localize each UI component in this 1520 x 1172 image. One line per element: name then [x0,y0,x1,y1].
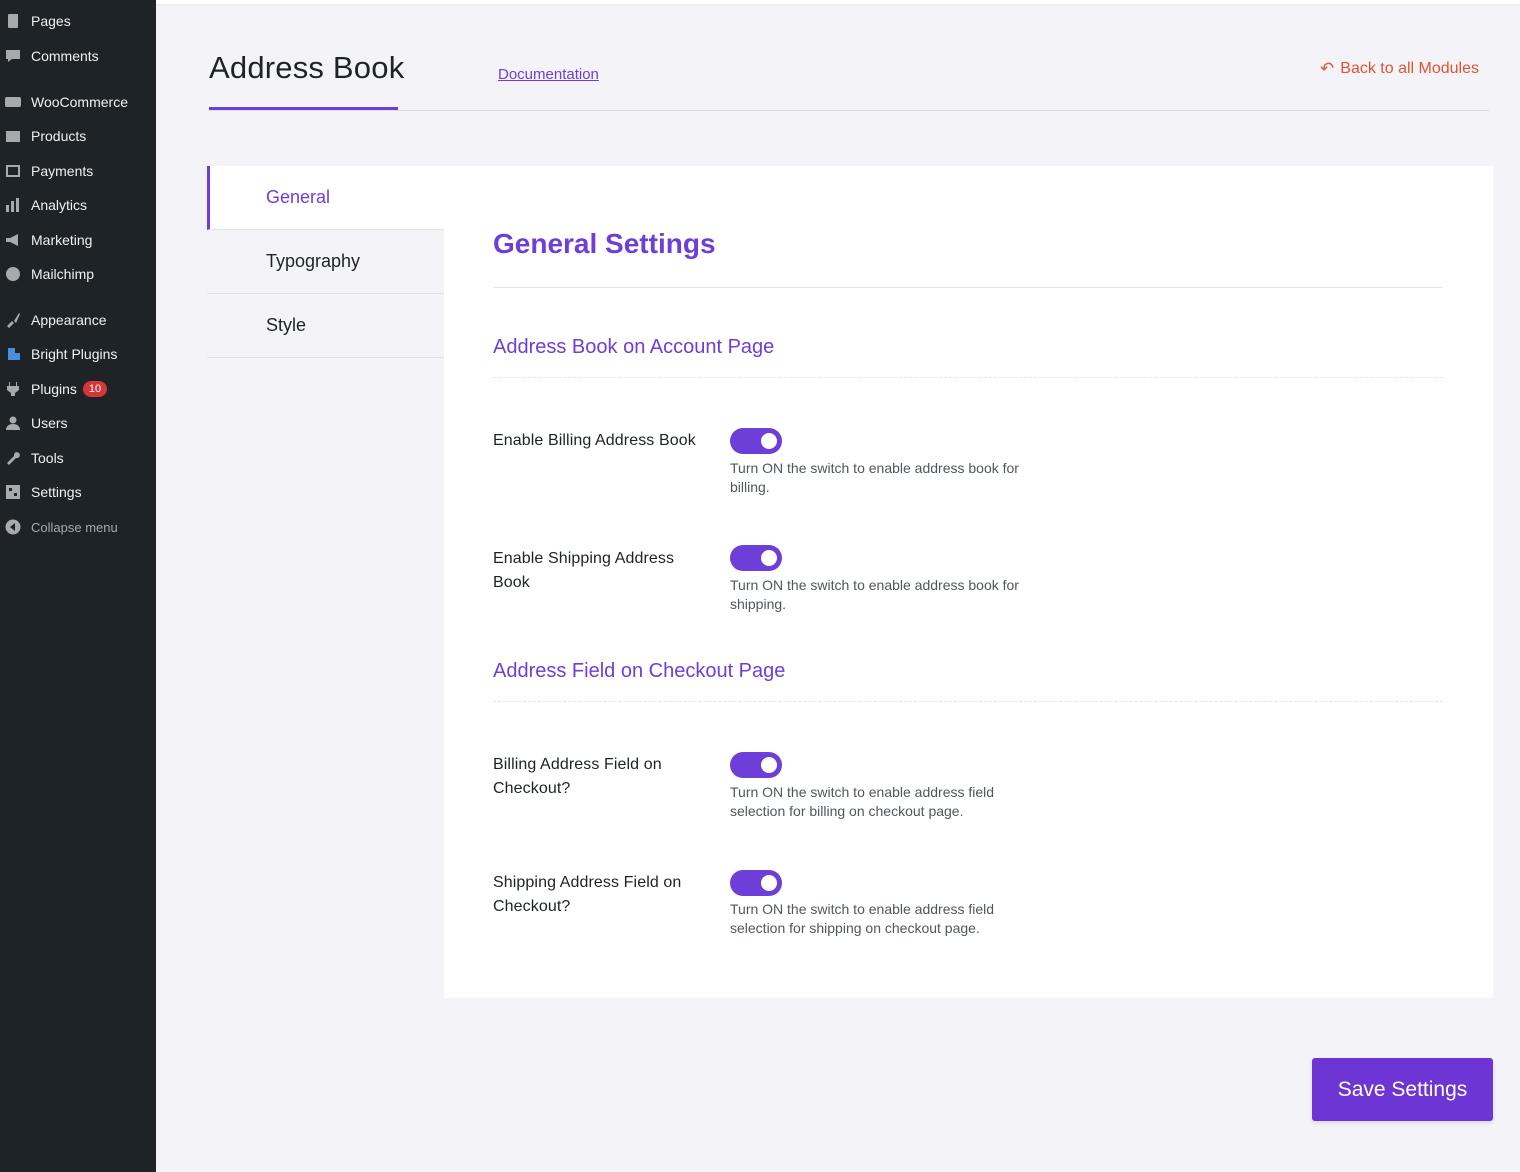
sidebar-item-label: Plugins [31,381,77,397]
section-title-account-page: Address Book on Account Page [493,336,775,358]
settings-title-divider [493,287,1443,288]
field-description: Turn ON the switch to enable address boo… [730,460,1019,495]
comments-icon [5,48,21,64]
toggle-knob [761,433,777,449]
sidebar-item-label: Pages [31,13,71,29]
sidebar-item-label: Collapse menu [31,519,118,535]
bright-plugins-icon [5,346,21,362]
sidebar-item-users[interactable]: Users [0,408,156,438]
field-description: Turn ON the switch to enable address boo… [730,577,1019,612]
sidebar-item-label: Marketing [31,232,93,248]
toggle-knob [761,550,777,566]
back-to-modules-link[interactable]: ↶ Back to all Modules [1320,59,1479,79]
sidebar-item-marketing[interactable]: Marketing [0,225,156,255]
appearance-icon [5,312,21,328]
sidebar-item-label: Mailchimp [31,266,95,282]
tab-style[interactable]: Style [207,294,444,358]
sidebar-item-label: Analytics [31,197,88,213]
sidebar-item-label: Appearance [31,312,107,328]
settings-tabs: General Typography Style [207,166,444,358]
tab-general[interactable]: General [207,166,444,230]
sidebar-item-label: WooCommerce [31,94,128,110]
billing-address-book-toggle[interactable] [730,428,782,454]
sidebar-item-label: Products [31,128,87,144]
woocommerce-icon [5,94,21,110]
back-arrow-icon: ↶ [1320,59,1335,78]
products-icon [5,128,21,144]
plugins-icon [5,381,21,397]
back-link-label: Back to all Modules [1340,60,1479,77]
settings-icon [5,484,21,500]
collapse-icon [5,519,21,535]
sidebar-item-label: Users [31,415,68,431]
sidebar-item-label: Settings [31,484,82,500]
sidebar-item-label: Payments [31,163,94,179]
sidebar-item-label: Bright Plugins [31,346,118,362]
section-title-checkout-page: Address Field on Checkout Page [493,660,786,682]
toggle-knob [761,757,777,773]
field-label-shipping-address-field: Shipping Address Field on Checkout? [493,874,682,915]
settings-panel: General Settings Address Book on Account… [444,166,1493,998]
billing-address-field-toggle[interactable] [730,752,782,778]
sidebar-item-tools[interactable]: Tools [0,443,156,473]
field-label-billing-address-field: Billing Address Field on Checkout? [493,756,662,797]
marketing-icon [5,232,21,248]
sidebar-item-label: Tools [31,450,64,466]
field-description: Turn ON the switch to enable address fie… [730,901,995,936]
save-settings-button[interactable]: Save Settings [1312,1058,1493,1121]
pages-icon [5,13,21,29]
mailchimp-icon [5,266,21,282]
sidebar-item-products[interactable]: Products [0,121,156,151]
sidebar-item-pages[interactable]: Pages [0,6,156,36]
update-count-badge: 10 [82,381,108,397]
field-description: Turn ON the switch to enable address fie… [730,784,995,819]
sidebar-item-label: Comments [31,48,99,64]
tools-icon [5,450,21,466]
sidebar-item-settings[interactable]: Settings [0,477,156,507]
sidebar-item-comments[interactable]: Comments [0,41,156,71]
sidebar-item-plugins[interactable]: Plugins 10 [0,374,156,404]
users-icon [5,415,21,431]
sidebar-item-woocommerce[interactable]: WooCommerce [0,87,156,117]
sidebar-item-analytics[interactable]: Analytics [0,190,156,220]
page-title: Address Book [209,50,405,85]
sidebar-item-mailchimp[interactable]: Mailchimp [0,259,156,289]
sidebar-item-payments[interactable]: Payments [0,156,156,186]
top-strip [156,0,1520,4]
settings-title: General Settings [493,228,716,259]
collapse-menu-button[interactable]: Collapse menu [0,512,156,542]
field-label-shipping-address-book: Enable Shipping Address Book [493,550,675,591]
payments-icon [5,163,21,179]
admin-sidebar: Pages Comments WooCommerce Products Paym… [0,0,156,1172]
sidebar-item-appearance[interactable]: Appearance [0,305,156,335]
header-divider [209,110,1489,111]
field-label-billing-address-book: Enable Billing Address Book [493,432,696,449]
analytics-icon [5,197,21,213]
toggle-knob [761,875,777,891]
shipping-address-book-toggle[interactable] [730,545,782,571]
sidebar-item-bright-plugins[interactable]: Bright Plugins [0,339,156,369]
section-divider [493,377,1443,378]
tab-typography[interactable]: Typography [207,230,444,294]
shipping-address-field-toggle[interactable] [730,870,782,896]
section-divider [493,701,1443,702]
documentation-link[interactable]: Documentation [498,66,599,83]
